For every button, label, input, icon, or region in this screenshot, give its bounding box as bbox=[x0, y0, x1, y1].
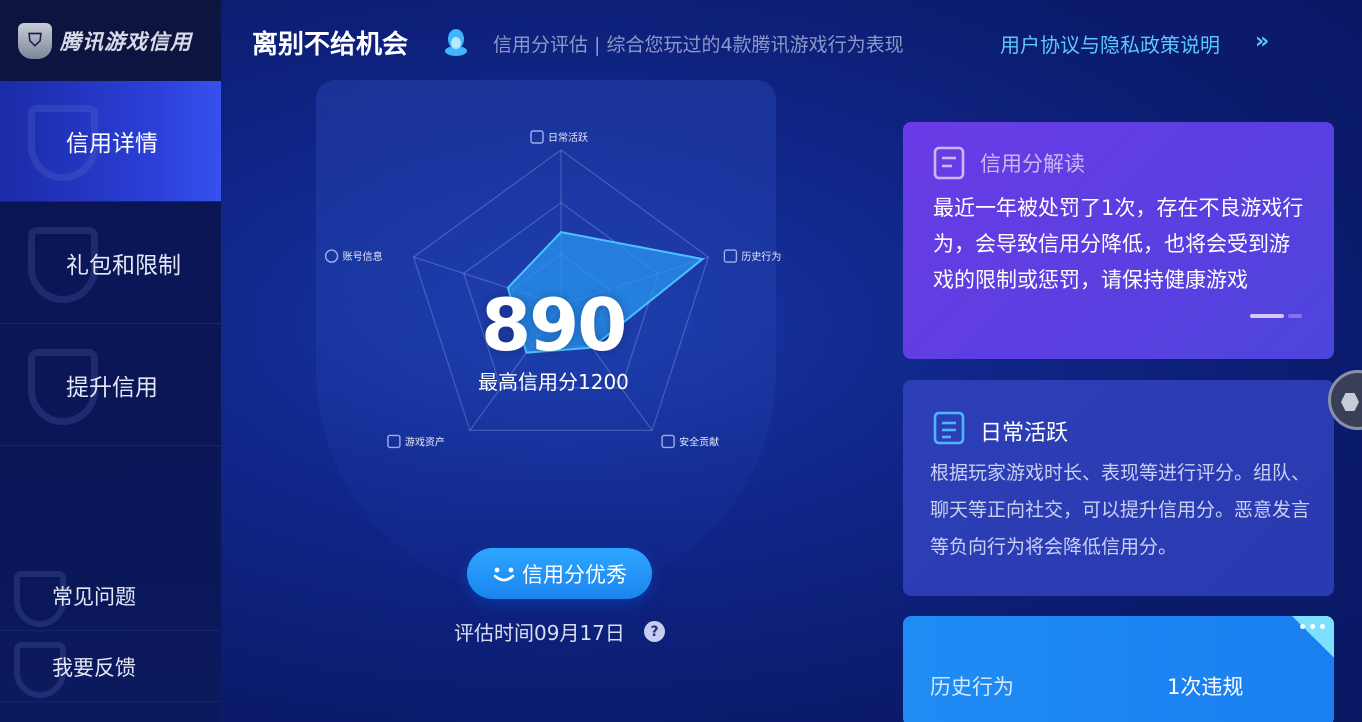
credit-status-button[interactable]: 信用分优秀 bbox=[467, 548, 652, 599]
shield-icon bbox=[661, 434, 675, 449]
wallet-icon bbox=[387, 434, 401, 449]
tencent-credit-logo-icon: ⛉ bbox=[18, 22, 52, 59]
username: 离别不给机会 bbox=[252, 30, 409, 60]
evaluation-time: 评估时间09月17日 bbox=[454, 621, 625, 645]
sidebar-item-faq[interactable]: 常见问题 bbox=[0, 561, 221, 631]
list-icon bbox=[933, 411, 965, 445]
sidebar-item-label: 信用详情 bbox=[66, 131, 158, 157]
hexagon-icon bbox=[1341, 393, 1359, 411]
sidebar-item-improve-credit[interactable]: 提升信用 bbox=[0, 325, 221, 446]
carousel-dot-active bbox=[1250, 314, 1284, 318]
radar-axis-label: 账号信息 bbox=[343, 250, 383, 263]
sidebar-item-gifts-limits[interactable]: 礼包和限制 bbox=[0, 203, 221, 324]
credit-status-label: 信用分优秀 bbox=[522, 562, 627, 587]
document-icon bbox=[933, 146, 965, 180]
radar-axis-label: 安全贡献 bbox=[679, 435, 719, 448]
sidebar-item-credit-details[interactable]: 信用详情 bbox=[0, 81, 221, 202]
sidebar: ⛉ 腾讯游戏信用 信用详情 礼包和限制 提升信用 常见问题 我要反馈 bbox=[0, 0, 221, 722]
header: 离别不给机会 信用分评估 | 综合您玩过的4款腾讯游戏行为表现 用户协议与隐私政… bbox=[221, 0, 1362, 82]
radar-axis-label: 历史行为 bbox=[741, 250, 781, 263]
history-label: 历史行为 bbox=[930, 675, 1014, 699]
card-title: 信用分解读 bbox=[980, 152, 1085, 176]
radar-axis-label: 日常活跃 bbox=[548, 131, 588, 144]
sidebar-item-label: 常见问题 bbox=[52, 584, 136, 609]
sidebar-item-label: 提升信用 bbox=[66, 375, 158, 401]
more-icon[interactable]: ••• bbox=[1298, 620, 1328, 636]
max-score-text: 最高信用分1200 bbox=[478, 370, 629, 394]
smile-icon bbox=[493, 567, 515, 581]
credit-score: 890 bbox=[481, 283, 627, 367]
clock-icon bbox=[723, 249, 738, 263]
qq-penguin-icon bbox=[445, 29, 467, 56]
card-title: 日常活跃 bbox=[980, 421, 1069, 446]
history-value: 1次违规 bbox=[1167, 675, 1244, 699]
daily-activity-card[interactable]: 日常活跃 根据玩家游戏时长、表现等进行评分。组队、聊天等正向社交，可以提升信用分… bbox=[903, 380, 1334, 596]
history-behavior-card[interactable]: ••• 历史行为 1次违规 bbox=[903, 616, 1334, 722]
sidebar-item-label: 礼包和限制 bbox=[66, 253, 181, 279]
user-icon bbox=[324, 249, 339, 263]
card-body: 最近一年被处罚了1次，存在不良游戏行为，会导致信用分降低，也将会受到游戏的限制或… bbox=[933, 196, 1304, 292]
credit-interpretation-card[interactable]: 信用分解读 最近一年被处罚了1次，存在不良游戏行为，会导致信用分降低，也将会受到… bbox=[903, 122, 1334, 359]
main-panel: 离别不给机会 信用分评估 | 综合您玩过的4款腾讯游戏行为表现 用户协议与隐私政… bbox=[221, 0, 1362, 722]
carousel-indicator bbox=[1250, 314, 1302, 318]
logo-text: 腾讯游戏信用 bbox=[60, 29, 192, 54]
agreement-link[interactable]: 用户协议与隐私政策说明 bbox=[1000, 29, 1220, 58]
sidebar-item-label: 我要反馈 bbox=[52, 655, 136, 680]
card-body: 根据玩家游戏时长、表现等进行评分。组队、聊天等正向社交，可以提升信用分。恶意发言… bbox=[930, 462, 1311, 558]
header-subtitle: 信用分评估 | 综合您玩过的4款腾讯游戏行为表现 bbox=[493, 34, 904, 56]
list-icon bbox=[530, 130, 544, 144]
radar-axis-label: 游戏资产 bbox=[405, 435, 445, 448]
double-chevron-right-icon[interactable]: » bbox=[1255, 29, 1269, 54]
logo: ⛉ 腾讯游戏信用 bbox=[0, 0, 221, 81]
sidebar-item-feedback[interactable]: 我要反馈 bbox=[0, 632, 221, 702]
carousel-dot bbox=[1288, 314, 1302, 318]
help-icon[interactable]: ? bbox=[644, 621, 665, 642]
